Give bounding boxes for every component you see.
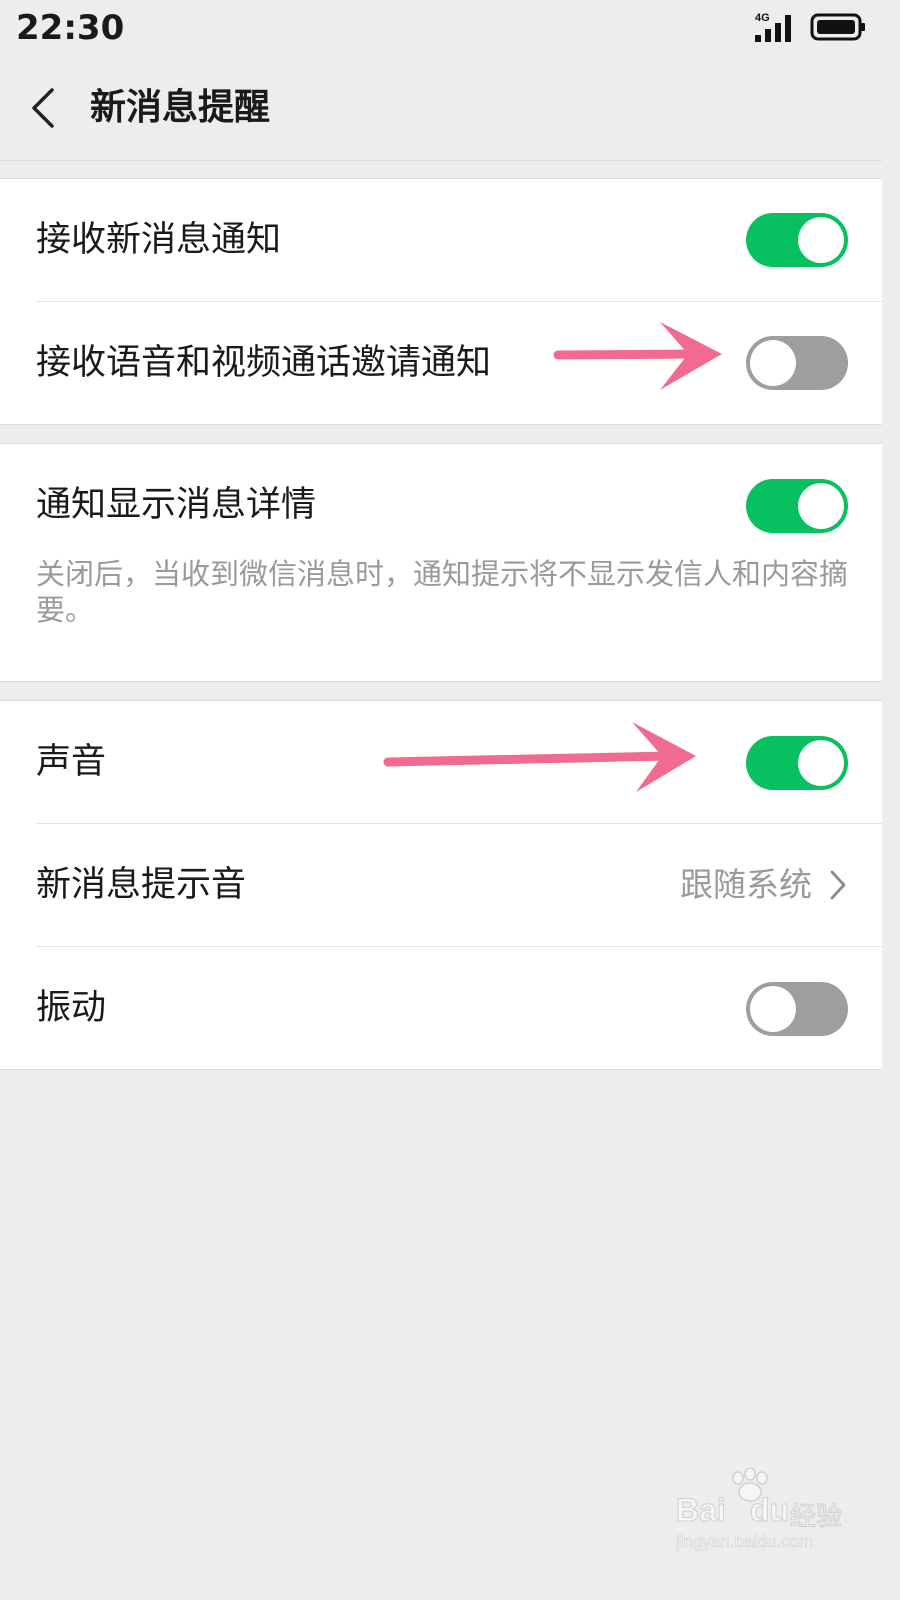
watermark-brand-right: du: [749, 1492, 790, 1529]
status-bar: 22:30 4G: [0, 0, 882, 56]
row-value: 跟随系统: [680, 865, 812, 904]
watermark-url: jingyan.baidu.com: [676, 1532, 814, 1552]
watermark-brand-left: Bai: [676, 1492, 727, 1529]
row-label: 接收语音和视频通话邀请通知: [36, 343, 492, 383]
row-vibrate: 振动: [0, 947, 882, 1069]
row-label: 新消息提示音: [36, 865, 247, 905]
toggle-knob: [750, 986, 796, 1032]
toggle-show-message-details[interactable]: [746, 479, 848, 533]
toggle-receive-new-message[interactable]: [746, 213, 848, 267]
toggle-receive-call-invite[interactable]: [746, 336, 848, 390]
toggle-knob: [750, 340, 796, 386]
row-label: 振动: [36, 988, 107, 1028]
row-show-message-details: 通知显示消息详情: [0, 444, 882, 566]
battery-icon: [810, 13, 865, 41]
toggle-knob: [798, 740, 844, 786]
nav-header: 新消息提醒: [0, 56, 882, 160]
back-arrow-icon[interactable]: [26, 86, 60, 130]
status-time: 22:30: [16, 8, 125, 48]
row-sound: 声音: [0, 701, 882, 823]
signal-4g-icon: 4G: [755, 12, 791, 42]
network-type-label: 4G: [755, 12, 770, 24]
header-divider: [0, 160, 882, 161]
settings-group-notifications: 接收新消息通知 接收语音和视频通话邀请通知: [0, 178, 882, 425]
chevron-right-icon: [830, 870, 846, 900]
row-label: 接收新消息通知: [36, 220, 282, 260]
watermark-cn: 经验: [789, 1501, 843, 1532]
toggle-knob: [798, 217, 844, 263]
toggle-knob: [798, 483, 844, 529]
row-message-tone[interactable]: 新消息提示音 跟随系统: [0, 824, 882, 946]
toggle-sound[interactable]: [746, 736, 848, 790]
row-description: 关闭后，当收到微信消息时，通知提示将不显示发信人和内容摘要。: [36, 557, 849, 627]
settings-group-details: 通知显示消息详情 关闭后，当收到微信消息时，通知提示将不显示发信人和内容摘要。: [0, 443, 882, 682]
page-title: 新消息提醒: [90, 87, 271, 128]
row-label: 通知显示消息详情: [36, 485, 317, 525]
settings-group-sound: 声音 新消息提示音 跟随系统 振动: [0, 700, 882, 1070]
toggle-vibrate[interactable]: [746, 982, 848, 1036]
baidu-jingyan-watermark: Bai du 经验 jingyan.baidu.com: [672, 1468, 852, 1558]
row-receive-call-invite: 接收语音和视频通话邀请通知: [0, 302, 882, 424]
row-label: 声音: [36, 742, 107, 782]
row-receive-new-message: 接收新消息通知: [0, 179, 882, 301]
